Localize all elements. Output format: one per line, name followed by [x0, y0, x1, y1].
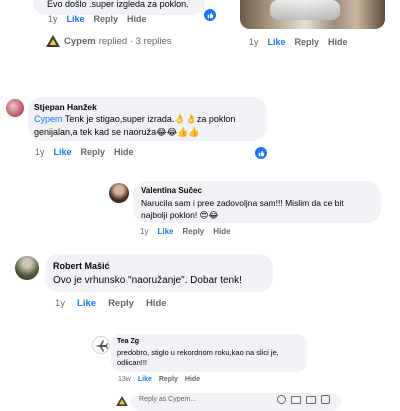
comment-author[interactable]: Tea Zg [117, 338, 139, 345]
comment-bubble: Robert Mašić Ovo je vrhunsko "naoružanje… [45, 254, 273, 292]
like-reaction-icon [203, 8, 217, 22]
reply-button[interactable]: Reply [295, 37, 320, 47]
hide-button[interactable]: Hide [185, 376, 200, 383]
hide-button[interactable]: Hide [114, 147, 134, 157]
comment-author[interactable]: Robert Mašić [53, 261, 110, 271]
comment-text-line1: Narucila sam i pree zadovoljna sam!!! Mi… [141, 198, 344, 208]
like-reaction-icon [254, 146, 268, 160]
like-button[interactable]: Like [268, 37, 286, 47]
hide-button[interactable]: Hide [328, 37, 348, 47]
like-button[interactable]: Like [67, 14, 85, 24]
comment-actions: 1y Like Reply Hide [55, 298, 176, 309]
avatar[interactable] [109, 183, 129, 203]
like-button[interactable]: Like [54, 147, 72, 157]
reply-button[interactable]: Reply [108, 298, 134, 309]
comment-author[interactable]: Valentina Sučec [141, 186, 202, 195]
comment-text: Ovo je vrhunsko "naoružanje". Dobar tenk… [53, 275, 242, 286]
comment-text: Narucila sam i pree zadovoljna sam!!! Mi… [141, 197, 344, 221]
avatar[interactable] [6, 99, 24, 117]
top-comment-actions: 1y Like Reply Hide [48, 14, 156, 24]
comment-bubble: Valentina Sučec Narucila sam i pree zado… [133, 181, 381, 223]
like-button[interactable]: Like [138, 376, 152, 383]
top-comment-text: Evo došlo .super izgleda za poklon. [47, 0, 189, 9]
comment-text-line1: Tenk je stigao,super izrada.👌👌za poklon [64, 114, 236, 124]
reply-composer-avatar [116, 393, 128, 406]
comment-text-line1: predobro, stiglo u rekordnom roku,kao na… [117, 348, 279, 357]
avatar[interactable] [15, 256, 39, 280]
reply-button[interactable]: Reply [182, 227, 204, 236]
replies-summary[interactable]: Cypem replied · 3 replies [46, 35, 172, 47]
photo-object [270, 0, 340, 20]
like-button[interactable]: Like [157, 227, 173, 236]
photo-attachment[interactable] [240, 0, 385, 29]
timestamp: 1y [140, 227, 149, 236]
comment-text-line2: genijalan,a tek kad se naoruža😂😂👍👍 [34, 126, 200, 137]
timestamp: 1y [249, 37, 259, 47]
reply-button[interactable]: Reply [159, 376, 178, 383]
comment-actions: 13w Like Reply Hide [118, 376, 209, 383]
cypem-avatar-icon [46, 35, 60, 47]
camera-icon[interactable] [291, 396, 301, 404]
comment-text: Cypem Tenk je stigao,super izrada.👌👌za p… [34, 113, 235, 138]
timestamp: 1y [55, 298, 66, 309]
replies-count-text: replied · 3 replies [98, 35, 172, 47]
replies-author: Cypem [64, 35, 96, 47]
timestamp: 1y [48, 14, 58, 24]
hide-button[interactable]: Hide [127, 14, 147, 24]
comment-actions: 1y Like Reply Hide [140, 227, 240, 236]
reply-button[interactable]: Reply [94, 14, 119, 24]
top-comment-bubble: Evo došlo .super izgleda za poklon. [33, 0, 205, 15]
comment-bubble: Stjepan Hanžek Cypem Tenk je stigao,supe… [28, 97, 267, 141]
gif-icon[interactable] [306, 396, 316, 404]
comment-author[interactable]: Stjepan Hanžek [34, 102, 97, 112]
comment-text-line2: odlican!!! [117, 358, 148, 367]
comment-text: predobro, stiglo u rekordnom roku,kao na… [117, 348, 279, 368]
hide-button[interactable]: Hide [146, 298, 167, 309]
plane-logo-icon [95, 340, 108, 352]
timestamp: 13w [118, 376, 131, 383]
photo-actions: 1y Like Reply Hide [249, 37, 357, 47]
timestamp: 1y [35, 147, 45, 157]
comment-text-line2: najbolji poklon! 😍😂 [141, 210, 219, 220]
mention-link[interactable]: Cypem [34, 114, 63, 124]
like-button[interactable]: Like [77, 298, 96, 309]
reply-composer[interactable]: Reply as Cypem... [131, 393, 341, 411]
comment-bubble: Tea Zg predobro, stiglo u rekordnom roku… [111, 334, 307, 372]
hide-button[interactable]: Hide [213, 227, 230, 236]
reply-button[interactable]: Reply [81, 147, 106, 157]
avatar[interactable] [92, 336, 110, 354]
comment-actions: 1y Like Reply Hide [35, 147, 143, 157]
